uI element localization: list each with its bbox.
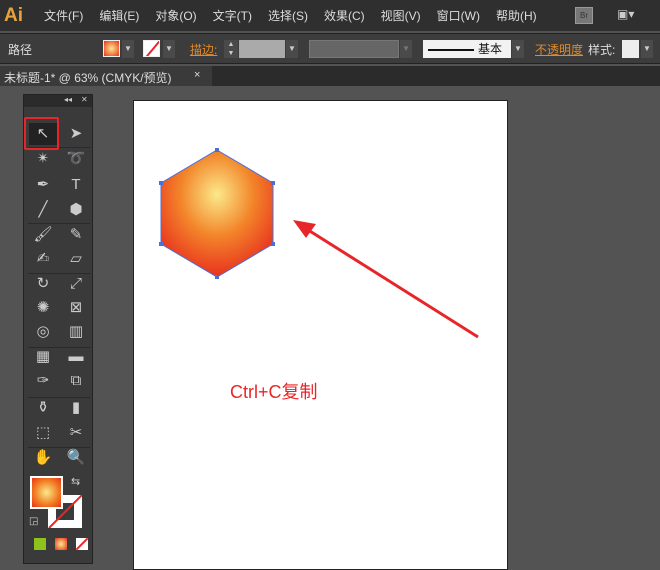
annotation-arrow-line bbox=[304, 226, 479, 339]
hexagon-shape[interactable] bbox=[160, 149, 274, 278]
canvas-overlay bbox=[159, 148, 479, 339]
annotation-text: Ctrl+C复制 bbox=[230, 382, 318, 402]
fill-color-box[interactable] bbox=[30, 476, 63, 509]
annotation-arrow-head bbox=[293, 220, 316, 238]
